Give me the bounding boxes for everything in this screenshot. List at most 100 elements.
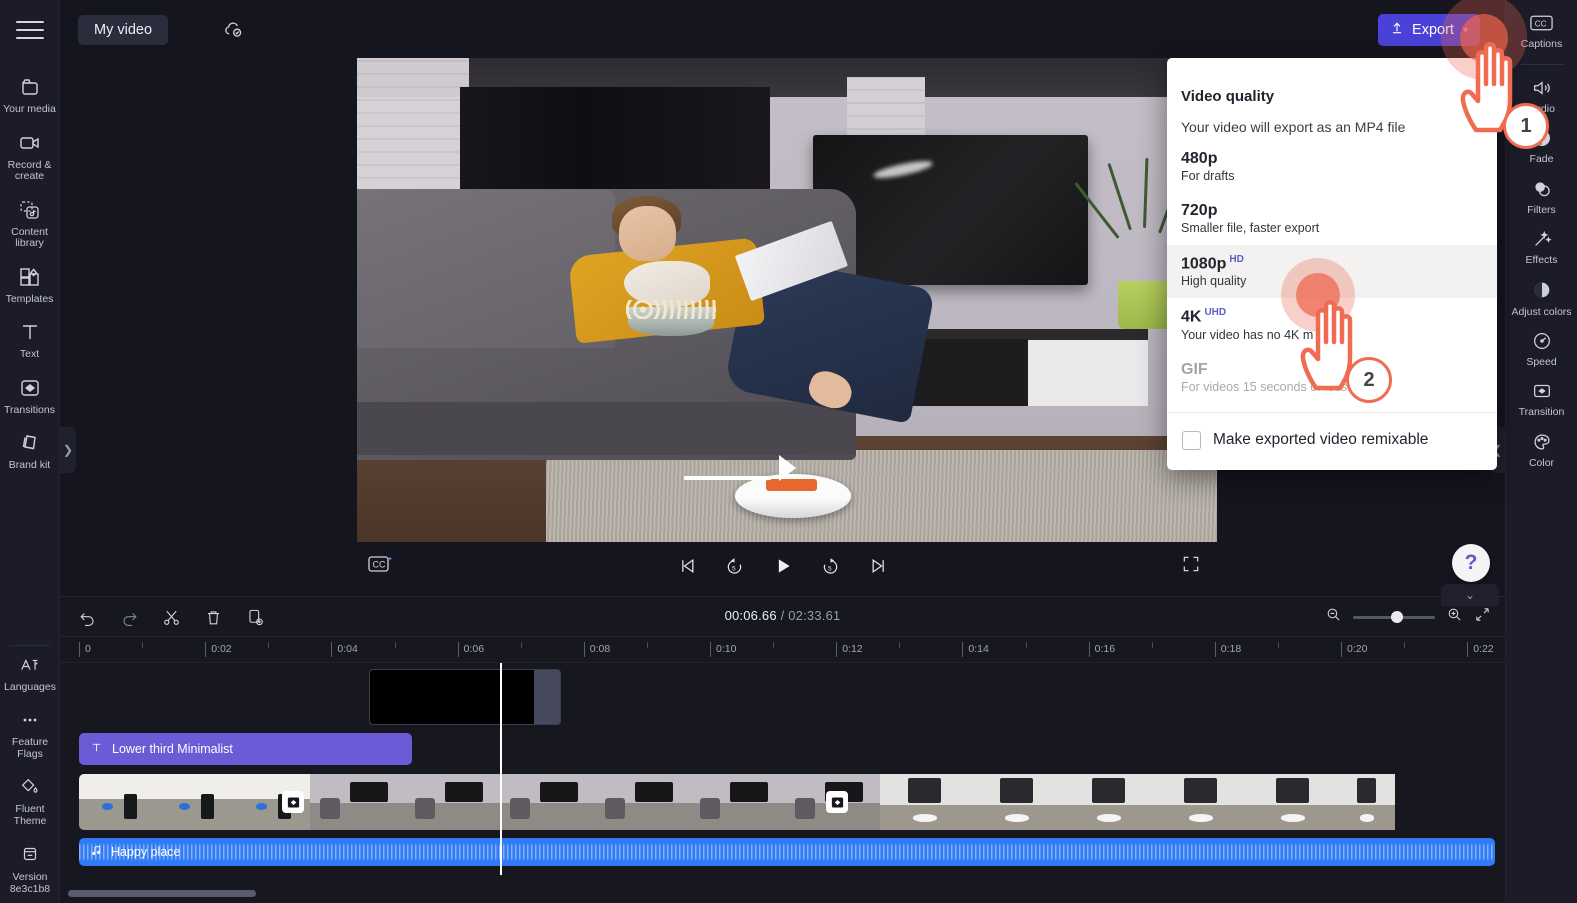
right-item-audio[interactable]: Audio (1506, 75, 1577, 116)
svg-text:5: 5 (732, 565, 736, 572)
ruler-tick-major: 0:04 (331, 642, 358, 657)
audio-waveform (79, 838, 1495, 866)
media-folder-icon (18, 74, 42, 100)
expand-left-panel-button[interactable]: ❯ (60, 427, 76, 473)
magic-wand-icon (1530, 226, 1554, 252)
sidebar-item-version[interactable]: Version 8e3c1b8 (0, 841, 60, 895)
skip-to-start-button[interactable] (674, 553, 700, 579)
play-button[interactable] (770, 553, 796, 579)
arrow-annotation-icon (683, 455, 796, 484)
audio-clip[interactable]: Happy place (79, 838, 1495, 866)
chevron-down-icon: ⌄ (1464, 588, 1476, 602)
ruler-tick-minor (520, 642, 527, 648)
zoom-out-icon[interactable] (1325, 606, 1342, 628)
sidebar-item-label: Templates (5, 292, 54, 305)
timeline-toolbar: 00:06.66 / 02:33.61 (60, 597, 1505, 637)
quality-option-4k[interactable]: 4K UHD Your video has no 4K m (1167, 298, 1497, 351)
right-item-fade[interactable]: Fade (1506, 125, 1577, 166)
cloud-check-icon[interactable] (222, 18, 245, 46)
chevron-down-icon: ▾ (1462, 24, 1468, 36)
transition-badge[interactable] (282, 791, 304, 813)
sidebar-item-record-create[interactable]: Record & create (0, 130, 60, 183)
sidebar-item-text[interactable]: Text (0, 319, 60, 361)
timeline-zoom-controls (1325, 606, 1491, 628)
sidebar-item-label: Feature Flags (11, 736, 49, 760)
sidebar-item-label: Languages (4, 680, 56, 693)
quality-option-720p[interactable]: 720p Smaller file, faster export (1167, 193, 1497, 245)
delete-button[interactable] (201, 605, 225, 629)
collapse-panel-button[interactable]: ⌄ (1441, 584, 1499, 606)
closed-caption-add-icon[interactable]: CC (367, 552, 395, 581)
split-button[interactable] (159, 605, 183, 629)
redo-button[interactable] (117, 605, 141, 629)
scene-person (619, 205, 677, 262)
top-bar: My video Export ▾ (60, 0, 1577, 58)
ruler-tick-major: 0:18 (1214, 642, 1241, 657)
forward-five-seconds-button[interactable]: 5 (818, 553, 844, 579)
cc-icon: CC (1529, 10, 1554, 36)
text-icon (18, 319, 42, 345)
fullscreen-icon[interactable] (1181, 554, 1201, 579)
zoom-slider-thumb[interactable] (1390, 611, 1403, 623)
sidebar-item-label: Fluent Theme (13, 803, 47, 827)
right-item-label: Speed (1526, 355, 1557, 368)
playhead[interactable] (500, 663, 502, 875)
right-item-effects[interactable]: Effects (1506, 226, 1577, 267)
overlay-clip[interactable] (369, 669, 561, 725)
quality-desc: For drafts (1181, 169, 1235, 183)
zoom-slider[interactable] (1353, 611, 1435, 623)
duplicate-button[interactable] (243, 605, 267, 629)
sidebar-item-fluent-theme[interactable]: Fluent Theme (0, 774, 60, 827)
fade-icon (1530, 125, 1554, 151)
hamburger-menu-icon[interactable] (15, 18, 45, 42)
ruler-tick-major: 0:22 (1467, 642, 1494, 657)
sidebar-item-label: Version 8e3c1b8 (9, 871, 51, 895)
quality-option-480p[interactable]: 480p For drafts (1167, 141, 1497, 193)
quality-desc: High quality (1181, 274, 1247, 289)
ellipsis-icon (18, 707, 42, 733)
ruler-tick-minor (1025, 642, 1032, 648)
right-sidebar: CC Captions Audio Fade Filters Effects A… (1505, 0, 1577, 903)
quality-badge: UHD (1204, 307, 1227, 319)
sidebar-item-label: Content library (11, 225, 48, 249)
remixable-checkbox[interactable] (1182, 430, 1201, 450)
right-item-adjust-colors[interactable]: Adjust colors (1506, 277, 1577, 318)
sidebar-item-your-media[interactable]: Your media (0, 74, 60, 116)
svg-text:5: 5 (828, 565, 832, 572)
quality-badge: HD (1229, 254, 1244, 265)
right-item-captions[interactable]: CC Captions (1506, 10, 1577, 51)
quality-label: 1080p (1181, 255, 1227, 273)
ruler-tick-major: 0:20 (1341, 642, 1367, 657)
right-item-color[interactable]: Color (1506, 429, 1577, 470)
undo-button[interactable] (75, 605, 99, 629)
sidebar-item-feature-flags[interactable]: Feature Flags (0, 707, 60, 760)
right-item-filters[interactable]: Filters (1506, 176, 1577, 217)
right-item-speed[interactable]: Speed (1506, 328, 1577, 369)
fit-to-screen-icon[interactable] (1474, 606, 1491, 628)
skip-to-end-button[interactable] (866, 553, 892, 579)
right-item-label: Transition (1518, 406, 1565, 418)
quality-option-1080p[interactable]: 1080p HD High quality (1167, 245, 1497, 299)
timeline-ruler[interactable]: 0 0:02 0:04 0:06 0:08 0:10 0:12 0:14 0:16 0:18 0:2… (60, 637, 1505, 663)
sidebar-item-templates[interactable]: Templates (0, 264, 60, 306)
rewind-five-seconds-button[interactable]: 5 (722, 553, 748, 579)
help-button[interactable]: ? (1452, 544, 1490, 582)
video-preview[interactable] (357, 58, 1217, 542)
right-item-transition[interactable]: Transition (1506, 378, 1577, 419)
zoom-in-icon[interactable] (1446, 606, 1463, 628)
sidebar-item-content-library[interactable]: Content library (0, 197, 60, 250)
svg-text:CC: CC (1535, 19, 1547, 28)
templates-icon (18, 264, 42, 290)
export-button[interactable]: Export ▾ (1378, 14, 1480, 46)
text-clip[interactable]: Lower third Minimalist (79, 733, 412, 765)
project-title-input[interactable]: My video (78, 15, 169, 45)
left-sidebar: Your media Record & create Content libra… (0, 0, 60, 903)
sidebar-item-transitions[interactable]: Transitions (0, 375, 60, 417)
transport-controls: 5 5 (674, 553, 892, 579)
timeline-horizontal-scrollbar[interactable] (68, 890, 256, 897)
sidebar-item-brand-kit[interactable]: Brand kit (0, 430, 60, 472)
transition-badge[interactable] (826, 791, 848, 813)
sidebar-item-languages[interactable]: Languages (0, 652, 60, 694)
remixable-toggle-row[interactable]: Make exported video remixable (1167, 413, 1497, 470)
timeline: 00:06.66 / 02:33.61 0 0:02 0:04 0:06 0:0… (60, 596, 1505, 903)
